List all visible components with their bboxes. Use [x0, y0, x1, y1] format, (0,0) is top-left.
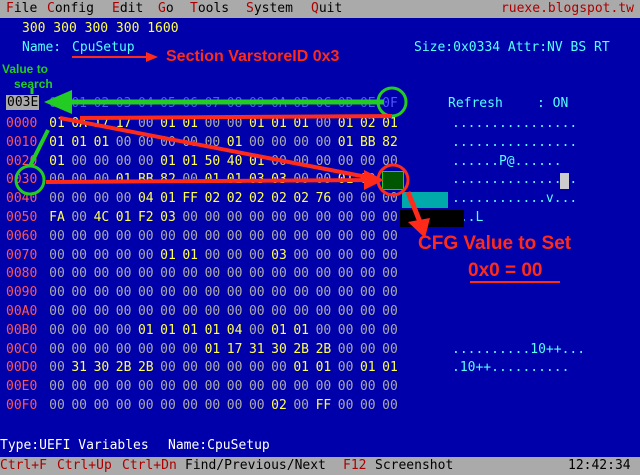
cfg-annotation-line2: 0x0 = 00: [468, 260, 543, 281]
red-line-2: [59, 116, 373, 180]
value-to-search-line2: search: [14, 77, 53, 91]
search-arrow-head: [44, 90, 72, 114]
clock: 12:42:34: [568, 458, 631, 473]
key-ctrl-dn[interactable]: Ctrl+Dn: [122, 458, 177, 473]
cfg-arrow-line: [405, 191, 423, 223]
key-f12[interactable]: F12: [343, 458, 366, 473]
key-ctrl-f[interactable]: Ctrl+F: [0, 458, 47, 473]
status-bar: Type:UEFI Variables Name:CpuSetup: [0, 437, 640, 455]
red-line-1: [79, 114, 393, 120]
offset-pointer: [28, 129, 50, 167]
name-arrow-head: [146, 52, 158, 62]
key-find-desc: Find/Previous/Next: [185, 458, 326, 473]
key-screenshot-desc: Screenshot: [375, 458, 454, 473]
value-to-search-line1: Value to: [2, 62, 49, 76]
key-bar: Ctrl+F Ctrl+Up Ctrl+Dn Find/Previous/Nex…: [0, 457, 640, 475]
rw-everything-window: File Config Edit Go Tools System Quit ru…: [0, 0, 640, 475]
cfg-annotation-line1: CFG Value to Set: [418, 233, 572, 254]
section-annotation: Section VarstoreID 0x3: [166, 48, 340, 65]
status-name: Name:CpuSetup: [168, 438, 270, 453]
red-line-3: [45, 178, 381, 184]
status-type: Type:UEFI Variables: [0, 438, 149, 453]
key-ctrl-up[interactable]: Ctrl+Up: [57, 458, 112, 473]
offset-circle: [14, 164, 46, 196]
